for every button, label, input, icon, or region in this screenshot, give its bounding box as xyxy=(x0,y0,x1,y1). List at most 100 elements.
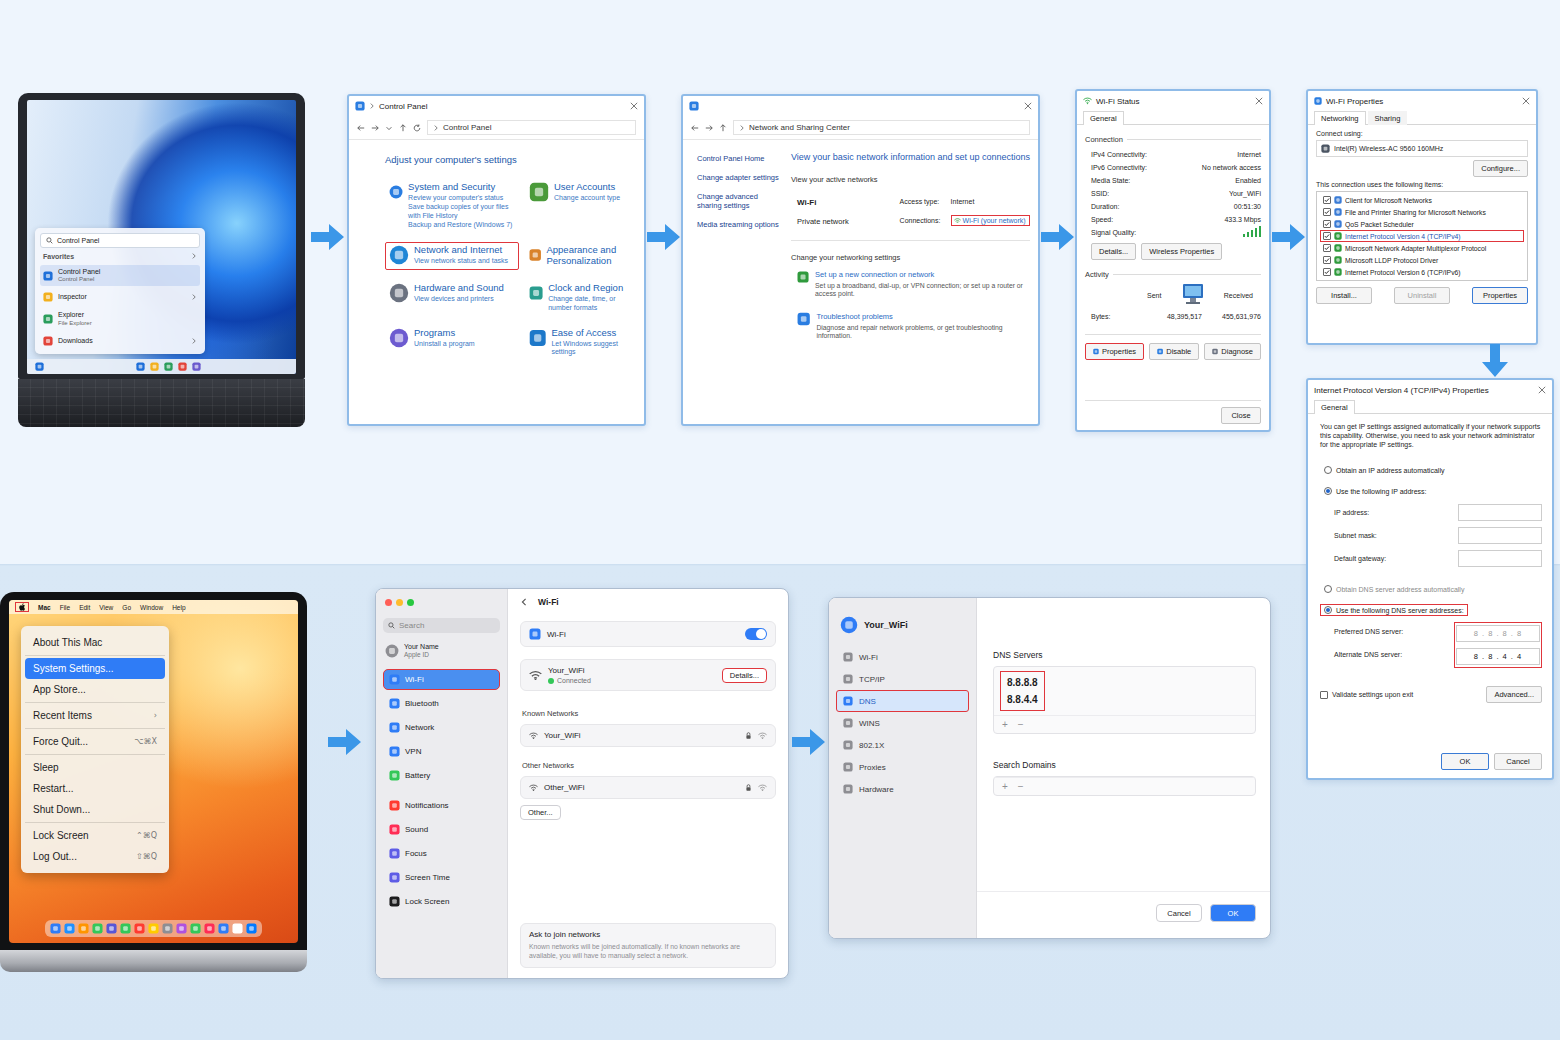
category[interactable]: Network and InternetView network status … xyxy=(385,242,519,270)
component-item[interactable]: Microsoft Network Adapter Multiplexor Pr… xyxy=(1320,242,1524,254)
menu-item[interactable]: Restart... xyxy=(25,778,165,799)
action-button[interactable]: Properties xyxy=(1085,343,1144,360)
ip-input[interactable] xyxy=(1458,504,1542,521)
menu-bar-item[interactable]: Help xyxy=(172,604,185,611)
nav-down-icon[interactable] xyxy=(385,124,393,132)
detail-button[interactable]: Wireless Properties xyxy=(1141,243,1222,260)
component-item[interactable]: Internet Protocol Version 4 (TCP/IPv4) xyxy=(1320,230,1524,242)
menu-item[interactable]: Force Quit...⌥⌘X xyxy=(25,731,165,752)
checkbox[interactable] xyxy=(1323,196,1331,204)
connection-link[interactable]: Wi-Fi (your network) xyxy=(951,215,1030,226)
component-item[interactable]: Microsoft LLDP Protocol Driver xyxy=(1320,254,1524,266)
tab[interactable]: General xyxy=(1083,111,1124,125)
start-item[interactable]: Inspector xyxy=(40,289,200,305)
menu-bar-item[interactable]: Go xyxy=(122,604,131,611)
refresh-icon[interactable] xyxy=(413,124,421,132)
list-button[interactable]: Properties xyxy=(1472,287,1528,304)
details-button[interactable]: Details... xyxy=(722,668,767,683)
close-icon[interactable] xyxy=(1538,386,1546,394)
category-title[interactable]: System and Security xyxy=(408,182,515,193)
category-link[interactable]: Change date, time, or number formats xyxy=(548,295,632,312)
sidebar-item[interactable]: WINS xyxy=(836,712,969,734)
remove-button[interactable]: − xyxy=(1018,719,1024,730)
category[interactable]: System and SecurityReview your computer'… xyxy=(385,179,519,232)
checkbox[interactable] xyxy=(1323,208,1331,216)
known-network[interactable]: Your_WiFi xyxy=(520,724,776,747)
sidebar-item[interactable]: Wi-Fi xyxy=(383,669,500,690)
sidebar-item[interactable]: Focus xyxy=(383,843,500,864)
close-icon[interactable] xyxy=(1255,97,1263,105)
other-button[interactable]: Other... xyxy=(520,805,561,820)
close-icon[interactable] xyxy=(1522,97,1530,105)
category-title[interactable]: Programs xyxy=(414,328,475,339)
nav-left-icon[interactable] xyxy=(357,124,365,132)
address-field[interactable]: Control Panel xyxy=(427,120,636,135)
start-search[interactable]: Control Panel xyxy=(40,233,200,248)
checkbox[interactable] xyxy=(1323,256,1331,264)
category-link[interactable]: View network status and tasks xyxy=(414,257,508,265)
start-item[interactable]: Downloads xyxy=(40,333,200,349)
close-icon[interactable] xyxy=(630,102,638,110)
dns-input[interactable]: 8 . 8 . 8 . 8 xyxy=(1456,625,1540,642)
menu-bar-item[interactable]: Mac xyxy=(38,604,51,611)
dialog-button[interactable]: Cancel xyxy=(1494,753,1542,770)
category-title[interactable]: Network and Internet xyxy=(414,245,508,256)
sidebar-item[interactable]: VPN xyxy=(383,741,500,762)
category[interactable]: Ease of AccessLet Windows suggest settin… xyxy=(525,325,636,360)
task[interactable]: Set up a new connection or networkSet up… xyxy=(791,270,1030,298)
dns-server[interactable]: 8.8.4.4 xyxy=(1007,694,1038,705)
category-link[interactable]: Uninstall a program xyxy=(414,340,475,348)
menu-item[interactable]: App Store... xyxy=(25,679,165,700)
tab[interactable]: Networking xyxy=(1314,111,1366,125)
start-section[interactable]: Favorites xyxy=(40,251,200,262)
menu-item[interactable]: Shut Down... xyxy=(25,799,165,820)
nav-right-icon[interactable] xyxy=(705,124,713,132)
ip-radio[interactable]: Use the following IP address: xyxy=(1320,485,1431,497)
menu-item[interactable]: About This Mac xyxy=(25,632,165,653)
dns-radio[interactable]: Obtain DNS server address automatically xyxy=(1320,583,1468,595)
sidebar-item[interactable]: Proxies xyxy=(836,756,969,778)
nav-left-icon[interactable] xyxy=(691,124,699,132)
sidebar-link[interactable]: Change advanced sharing settings xyxy=(697,192,781,210)
dialog-button[interactable]: Cancel xyxy=(1156,904,1202,922)
sidebar-item[interactable]: Lock Screen xyxy=(383,891,500,912)
dialog-button[interactable]: OK xyxy=(1441,753,1489,770)
menu-item[interactable]: Lock Screen⌃⌘Q xyxy=(25,825,165,846)
category[interactable]: Appearance and Personalization xyxy=(525,242,636,270)
address-field[interactable]: Network and Sharing Center xyxy=(733,120,1030,135)
menu-item[interactable]: System Settings... xyxy=(25,658,165,679)
action-button[interactable]: Diagnose xyxy=(1204,343,1261,360)
dns-input[interactable]: 8 . 8 . 4 . 4 xyxy=(1456,648,1540,665)
category-link[interactable]: View devices and printers xyxy=(414,295,504,303)
sidebar-item[interactable]: Wi-Fi xyxy=(836,646,969,668)
menu-item[interactable]: Recent Items› xyxy=(25,705,165,726)
nav-right-icon[interactable] xyxy=(371,124,379,132)
search-field[interactable]: Search xyxy=(383,618,500,633)
start-item[interactable]: Control PanelControl Panel xyxy=(40,265,200,287)
apple-logo-icon[interactable] xyxy=(18,603,26,611)
category[interactable]: ProgramsUninstall a program xyxy=(385,325,519,360)
tab[interactable]: Sharing xyxy=(1368,111,1408,125)
category[interactable]: User AccountsChange account type xyxy=(525,179,636,232)
remove-button[interactable]: − xyxy=(1018,781,1024,792)
category-title[interactable]: Hardware and Sound xyxy=(414,283,504,294)
validate-checkbox[interactable]: Validate settings upon exit xyxy=(1320,691,1413,699)
category-title[interactable]: Ease of Access xyxy=(551,328,632,339)
menu-bar-item[interactable]: Edit xyxy=(79,604,90,611)
sidebar-item[interactable]: Screen Time xyxy=(383,867,500,888)
menu-bar-item[interactable]: Window xyxy=(140,604,163,611)
menu-bar-item[interactable]: File xyxy=(60,604,70,611)
category-title[interactable]: User Accounts xyxy=(554,182,620,193)
checkbox[interactable] xyxy=(1323,232,1331,240)
action-button[interactable]: Disable xyxy=(1149,343,1199,360)
category[interactable]: Hardware and SoundView devices and print… xyxy=(385,280,519,315)
sidebar-item[interactable]: Sound xyxy=(383,819,500,840)
sidebar-item[interactable]: Notifications xyxy=(383,795,500,816)
category-link[interactable]: Save backup copies of your files with Fi… xyxy=(408,203,515,220)
advanced-button[interactable]: Advanced... xyxy=(1486,686,1542,703)
ip-radio[interactable]: Obtain an IP address automatically xyxy=(1320,464,1448,476)
component-item[interactable]: QoS Packet Scheduler xyxy=(1320,218,1524,230)
configure-button[interactable]: Configure... xyxy=(1473,160,1528,177)
nav-up-icon[interactable] xyxy=(719,124,727,132)
window-controls[interactable] xyxy=(385,599,500,606)
